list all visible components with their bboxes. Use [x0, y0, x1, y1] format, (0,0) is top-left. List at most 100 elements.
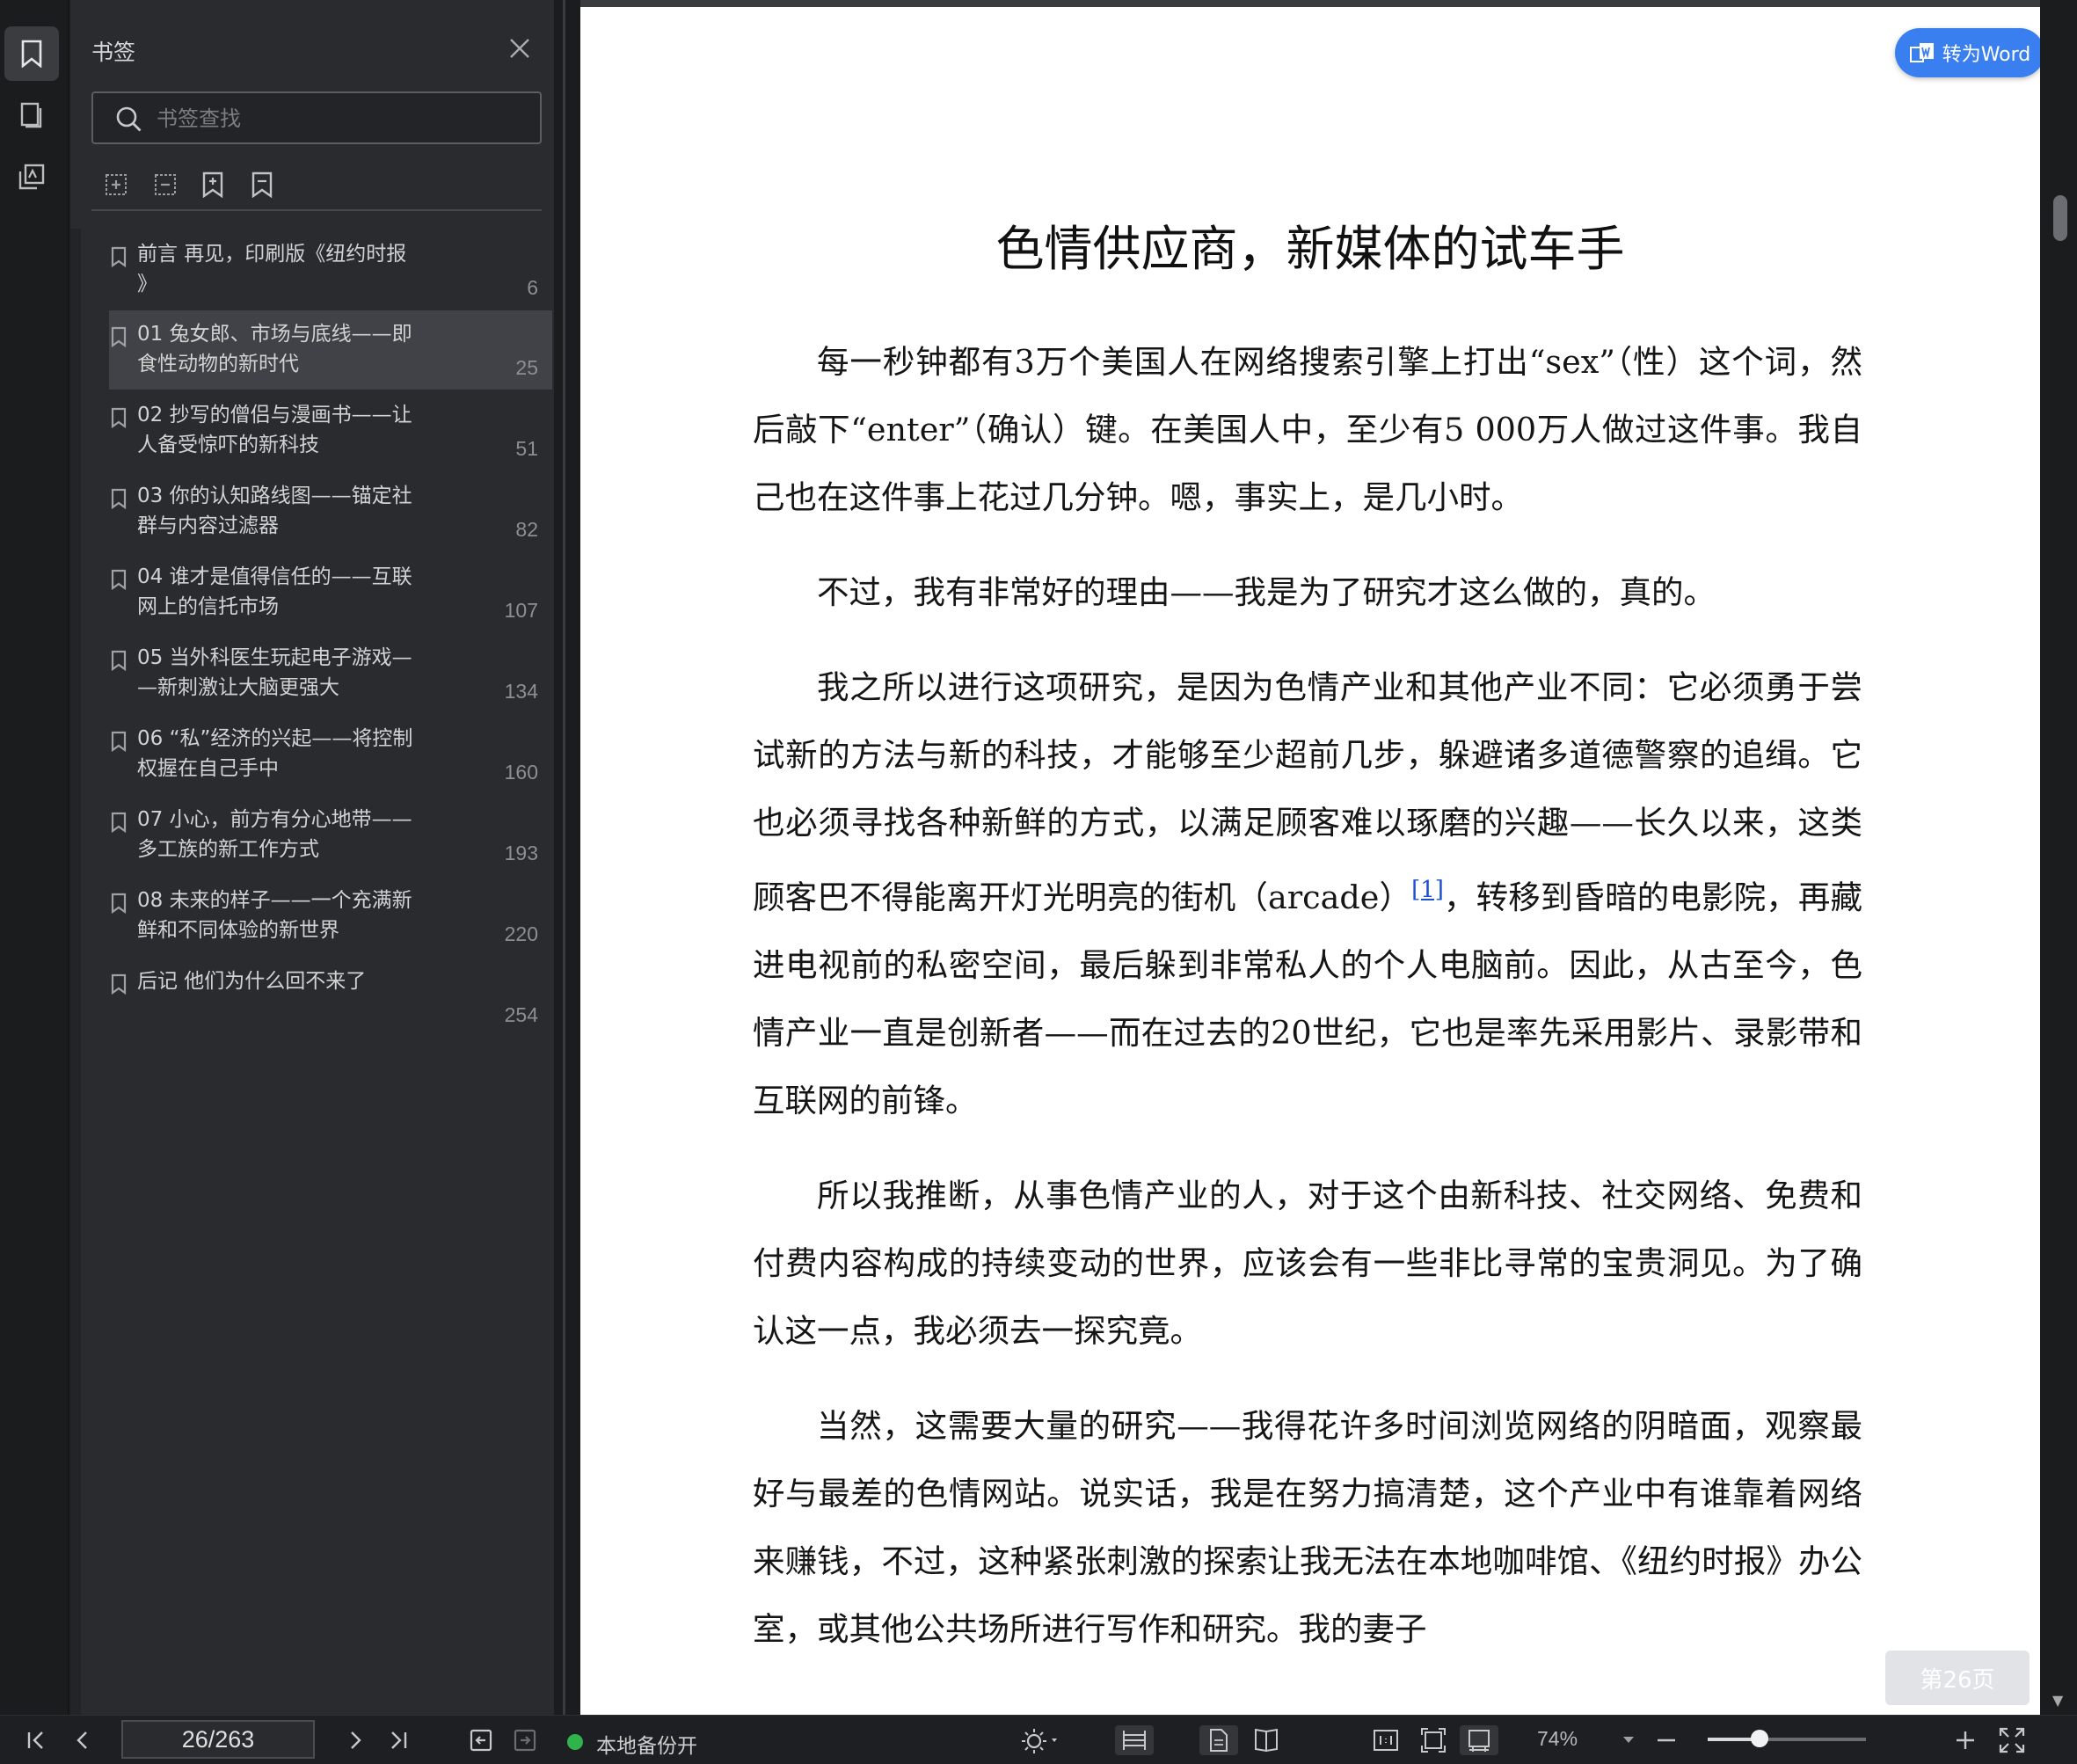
chevron-down-icon: [1623, 1737, 1634, 1743]
bookmark-icon: [111, 650, 127, 671]
bookmark-item[interactable]: 后记 他们为什么回不来了 254: [109, 958, 552, 1037]
last-page-button[interactable]: [383, 1725, 413, 1755]
bookmark-page: 25: [515, 356, 538, 379]
zoom-in-button[interactable]: [1950, 1725, 1980, 1755]
chapter-title: 色情供应商，新媒体的试车手: [995, 221, 1625, 277]
single-page-icon: [1210, 1729, 1228, 1752]
two-page-button[interactable]: [1247, 1725, 1286, 1755]
bookmark-icon: [111, 812, 127, 833]
remove-bookmark-button[interactable]: [244, 167, 280, 202]
zoom-out-button[interactable]: [1651, 1725, 1681, 1755]
next-page-button[interactable]: [341, 1725, 371, 1755]
bookmark-page: 220: [504, 922, 538, 945]
page-number-badge: 第26页: [1885, 1651, 2030, 1705]
bookmark-search-input[interactable]: [157, 102, 526, 135]
go-back-button[interactable]: [466, 1725, 496, 1755]
actual-size-icon: [1374, 1730, 1398, 1751]
bookmark-add-icon: [202, 171, 223, 198]
single-page-button[interactable]: [1199, 1725, 1238, 1755]
bookmark-item[interactable]: 前言 再见，印刷版《纽约时报 》 6: [109, 230, 552, 310]
minus-icon: [1658, 1738, 1675, 1742]
annotation-icon: [18, 164, 45, 190]
bookmark-item[interactable]: 08 未来的样子——一个充满新 鲜和不同体验的新世界 220: [109, 877, 552, 956]
bookmark-label: 07 小心，前方有分心地带—— 多工族的新工作方式: [137, 808, 412, 861]
splitter-line: [563, 0, 565, 1715]
zoom-level[interactable]: 74%: [1537, 1727, 1578, 1751]
bookmark-item[interactable]: 05 当外科医生玩起电子游戏— —新刺激让大脑更强大 134: [109, 634, 552, 713]
search-icon: [116, 106, 142, 132]
bookmark-item[interactable]: 03 你的认知路线图——锚定社 群与内容过滤器 82: [109, 472, 552, 551]
collapse-all-icon: [155, 174, 176, 195]
rail-pages-button[interactable]: [4, 88, 59, 142]
scrollbar-thumb[interactable]: [2053, 195, 2067, 241]
eye-sun-icon: [1022, 1729, 1057, 1753]
bookmark-label: 01 兔女郎、市场与底线——即 食性动物的新时代: [137, 323, 412, 375]
zoom-dropdown-button[interactable]: [1618, 1725, 1639, 1755]
backup-status-dot: [567, 1734, 583, 1750]
backup-status-label[interactable]: 本地备份开: [596, 1729, 697, 1759]
bookmark-item-selected[interactable]: 01 兔女郎、市场与底线——即 食性动物的新时代 25: [109, 310, 552, 390]
first-page-icon: [27, 1731, 43, 1749]
actual-size-button[interactable]: [1368, 1725, 1403, 1755]
bookmark-label: 04 谁才是值得信任的——互联 网上的信托市场: [137, 565, 412, 618]
scroll-down-arrow-icon[interactable]: ▼: [2052, 1692, 2063, 1709]
bookmark-icon: [111, 326, 127, 347]
bookmark-icon: [111, 731, 127, 752]
rail-bookmark-button[interactable]: [4, 26, 59, 81]
bookmark-remove-icon: [251, 171, 273, 198]
footnote-link[interactable]: [1]: [1411, 877, 1444, 903]
eye-protection-button[interactable]: [1017, 1725, 1062, 1755]
page-top-strip: [580, 0, 2040, 7]
fullscreen-icon: [1999, 1727, 2025, 1753]
bookmark-item[interactable]: 06 “私”经济的兴起——将控制 权握在自己手中 160: [109, 715, 552, 794]
document-scrollbar[interactable]: [2040, 0, 2077, 1715]
panel-splitter[interactable]: [554, 0, 580, 1715]
bookmark-icon: [111, 407, 127, 428]
bookmark-search-box: [91, 91, 542, 144]
first-page-button[interactable]: [21, 1725, 51, 1755]
bookmark-item[interactable]: 02 抄写的僧侣与漫画书——让 人备受惊吓的新科技 51: [109, 391, 552, 470]
collapse-all-button[interactable]: [148, 167, 183, 202]
document-body: 每一秒钟都有3万个美国人在网络搜索引擎上打出“sex”（性）这个词，然后敲下“e…: [753, 328, 1862, 1690]
bookmark-icon: [111, 488, 127, 509]
panel-scrollbar[interactable]: [70, 229, 81, 1715]
fullscreen-button[interactable]: [1994, 1725, 2030, 1755]
rotate-icon: [1468, 1730, 1490, 1752]
previous-page-button[interactable]: [67, 1725, 97, 1755]
rotate-view-button[interactable]: [1460, 1725, 1498, 1755]
paragraph: 所以我推断，从事色情产业的人，对于这个由新科技、社交网络、免费和付费内容构成的持…: [753, 1177, 1862, 1351]
bookmark-page: 134: [504, 680, 538, 703]
bookmark-item[interactable]: 04 谁才是值得信任的——互联 网上的信托市场 107: [109, 553, 552, 632]
paragraph: 我之所以进行这项研究，是因为色情产业和其他产业不同：它必须勇于尝试新的方法与新的…: [753, 653, 1862, 1134]
fit-width-button[interactable]: [1115, 1725, 1154, 1755]
rail-annotation-button[interactable]: [4, 149, 59, 204]
page-number-input[interactable]: [121, 1720, 315, 1759]
expand-all-button[interactable]: [98, 167, 134, 202]
fit-page-button[interactable]: [1416, 1725, 1451, 1755]
panel-title: 书签: [91, 40, 136, 65]
bookmark-page: 160: [504, 761, 538, 784]
paragraph: 不过，我有非常好的理由——我是为了研究才这么做的，真的。: [817, 573, 1716, 611]
add-bookmark-button[interactable]: [195, 167, 230, 202]
forward-icon: [514, 1729, 536, 1752]
convert-to-word-label: 转为Word: [1942, 44, 2031, 66]
bookmark-icon: [111, 973, 127, 995]
panel-close-button[interactable]: [505, 33, 535, 63]
word-convert-icon: [1909, 43, 1934, 62]
document-page: 色情供应商，新媒体的试车手 每一秒钟都有3万个美国人在网络搜索引擎上打出“sex…: [580, 7, 2040, 1715]
bookmark-label: 03 你的认知路线图——锚定社 群与内容过滤器: [137, 485, 412, 537]
bookmark-label: 06 “私”经济的兴起——将控制 权握在自己手中: [137, 727, 413, 780]
bookmark-page: 51: [515, 437, 538, 460]
sidebar-rail: [0, 0, 69, 1715]
paragraph: 每一秒钟都有3万个美国人在网络搜索引擎上打出“sex”（性）这个词，然后敲下“e…: [753, 343, 1862, 516]
bookmark-item[interactable]: 07 小心，前方有分心地带—— 多工族的新工作方式 193: [109, 796, 552, 875]
bookmark-icon: [111, 246, 127, 267]
bookmark-icon: [111, 569, 127, 590]
chevron-left-icon: [77, 1731, 87, 1749]
convert-to-word-button[interactable]: 转为Word: [1895, 28, 2044, 77]
go-forward-button[interactable]: [510, 1725, 540, 1755]
fit-page-icon: [1421, 1728, 1446, 1753]
bookmark-label: 05 当外科医生玩起电子游戏— —新刺激让大脑更强大: [137, 646, 412, 699]
panel-divider: [91, 209, 542, 211]
expand-all-icon: [106, 174, 127, 195]
